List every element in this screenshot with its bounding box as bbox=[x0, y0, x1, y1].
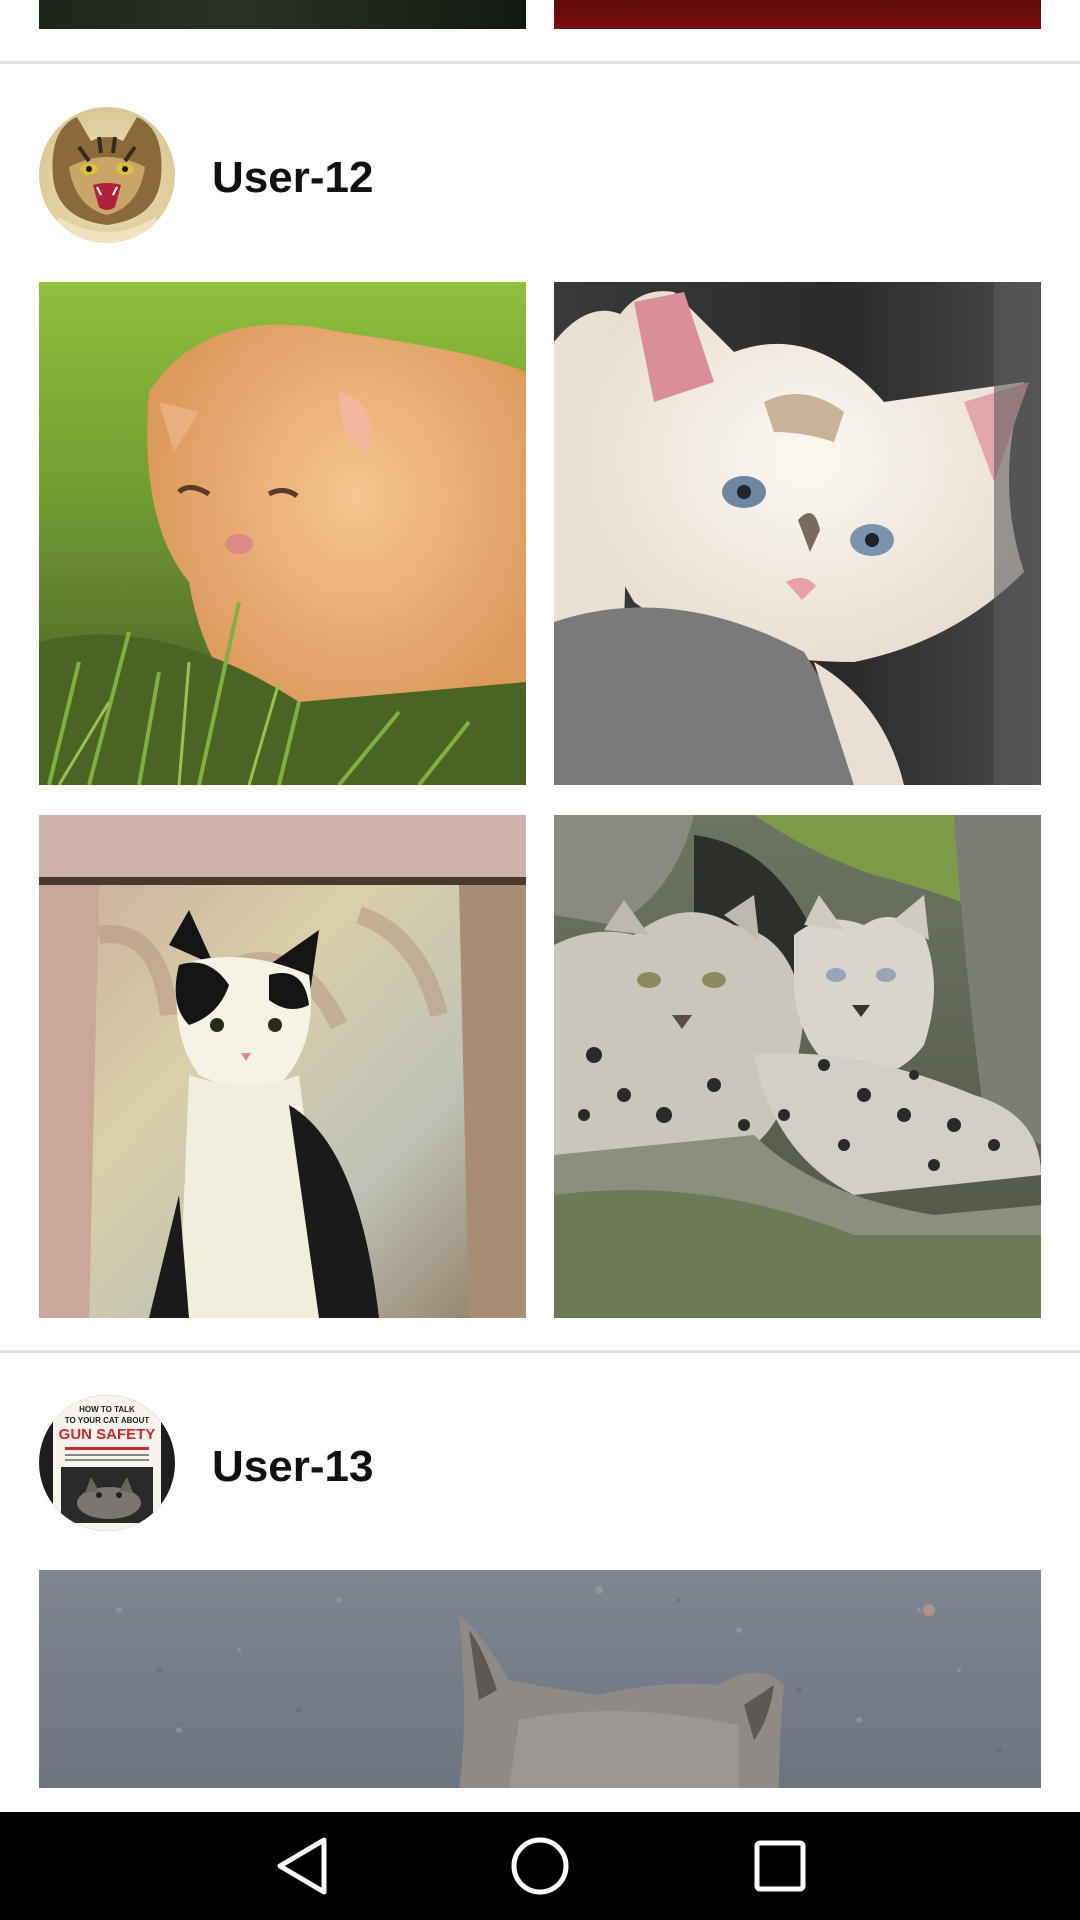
square-recents-icon bbox=[754, 1840, 806, 1892]
snow-leopards-photo[interactable] bbox=[554, 815, 1041, 1318]
poster-line-3: GUN SAFETY bbox=[59, 1426, 156, 1443]
user-13-avatar[interactable]: HOW TO TALK TO YOUR CAT ABOUT GUN SAFETY bbox=[39, 1395, 175, 1531]
post-divider bbox=[0, 1350, 1080, 1353]
gun-safety-poster-avatar-icon: HOW TO TALK TO YOUR CAT ABOUT GUN SAFETY bbox=[39, 1395, 175, 1531]
white-fluffy-cat-photo[interactable] bbox=[554, 282, 1041, 785]
back-button[interactable] bbox=[240, 1812, 360, 1920]
system-navigation-bar bbox=[0, 1812, 1080, 1920]
previous-post-photo-left[interactable] bbox=[39, 0, 526, 29]
orange-kitten-photo[interactable] bbox=[39, 282, 526, 785]
recents-button[interactable] bbox=[720, 1812, 840, 1920]
gray-cat-photo[interactable] bbox=[39, 1570, 1041, 1788]
app-screen: User-12 HOW TO TALK TO YOUR CAT ABOUT GU… bbox=[0, 0, 1080, 1920]
poster-line-2: TO YOUR CAT ABOUT bbox=[65, 1416, 150, 1425]
circle-home-icon bbox=[511, 1837, 569, 1895]
post-divider bbox=[0, 61, 1080, 64]
previous-post-photo-right[interactable] bbox=[554, 0, 1041, 29]
user-12-username[interactable]: User-12 bbox=[212, 156, 373, 200]
black-white-cat-photo[interactable] bbox=[39, 815, 526, 1318]
user-12-avatar[interactable] bbox=[39, 107, 175, 243]
cat-face-avatar-icon bbox=[39, 107, 175, 243]
triangle-back-icon bbox=[277, 1837, 327, 1895]
home-button[interactable] bbox=[480, 1812, 600, 1920]
user-13-username[interactable]: User-13 bbox=[212, 1445, 373, 1489]
poster-line-1: HOW TO TALK bbox=[79, 1405, 135, 1414]
